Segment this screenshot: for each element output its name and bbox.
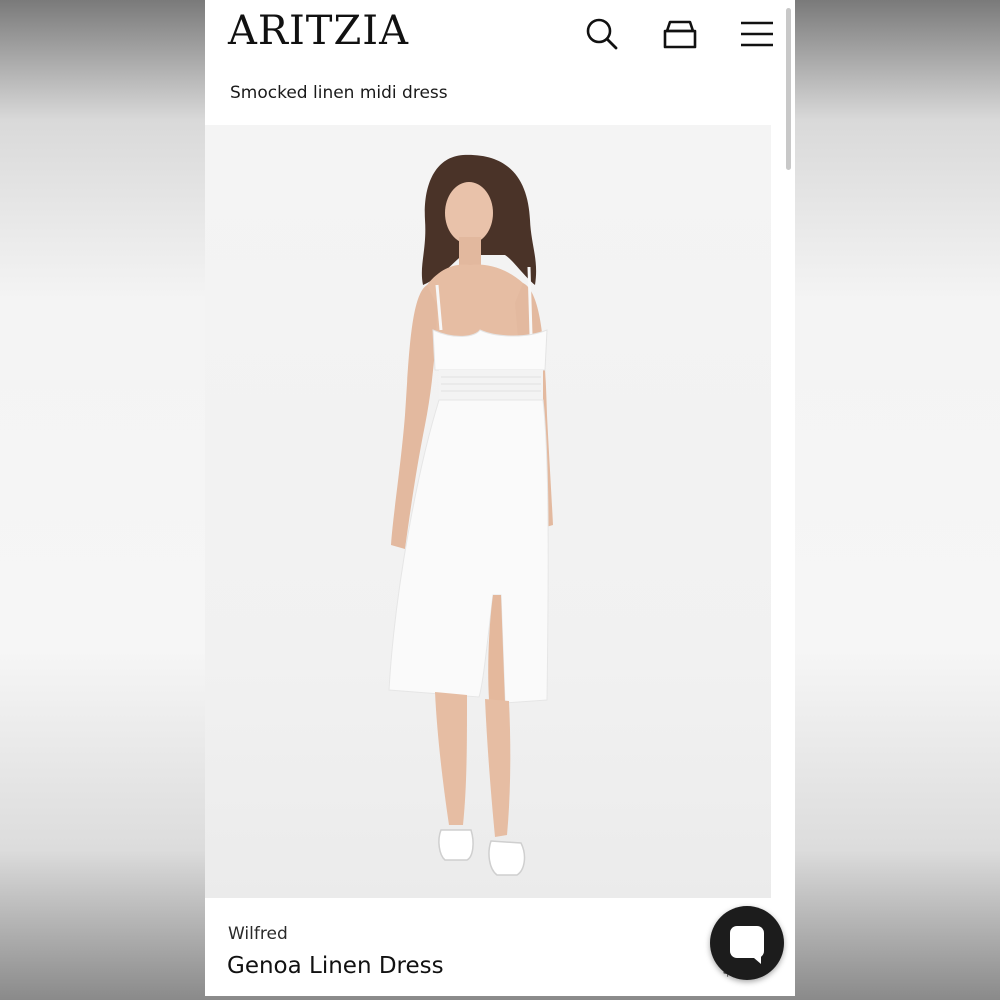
aritzia-logo[interactable]: ARITZIA — [228, 8, 409, 54]
search-icon — [586, 18, 618, 50]
hamburger-menu-icon — [741, 21, 773, 47]
scrollbar[interactable] — [786, 8, 791, 170]
menu-button[interactable] — [737, 14, 777, 54]
chat-button[interactable] — [710, 906, 784, 980]
page-subtitle: Smocked linen midi dress — [230, 83, 448, 103]
search-button[interactable] — [582, 14, 622, 54]
product-brand[interactable]: Wilfred — [228, 924, 288, 944]
product-info: Wilfred Genoa Linen Dress $??? — [205, 898, 795, 996]
product-image[interactable] — [205, 125, 771, 898]
mobile-page: ARITZIA Smocked linen midi dress Wilfred… — [205, 0, 795, 996]
chat-bubble-tail — [747, 952, 761, 964]
model-photo — [388, 154, 553, 876]
shopping-bag-icon — [663, 20, 697, 49]
site-header: ARITZIA — [205, 0, 795, 70]
product-name[interactable]: Genoa Linen Dress — [227, 953, 444, 979]
shopping-bag-button[interactable] — [660, 14, 700, 54]
